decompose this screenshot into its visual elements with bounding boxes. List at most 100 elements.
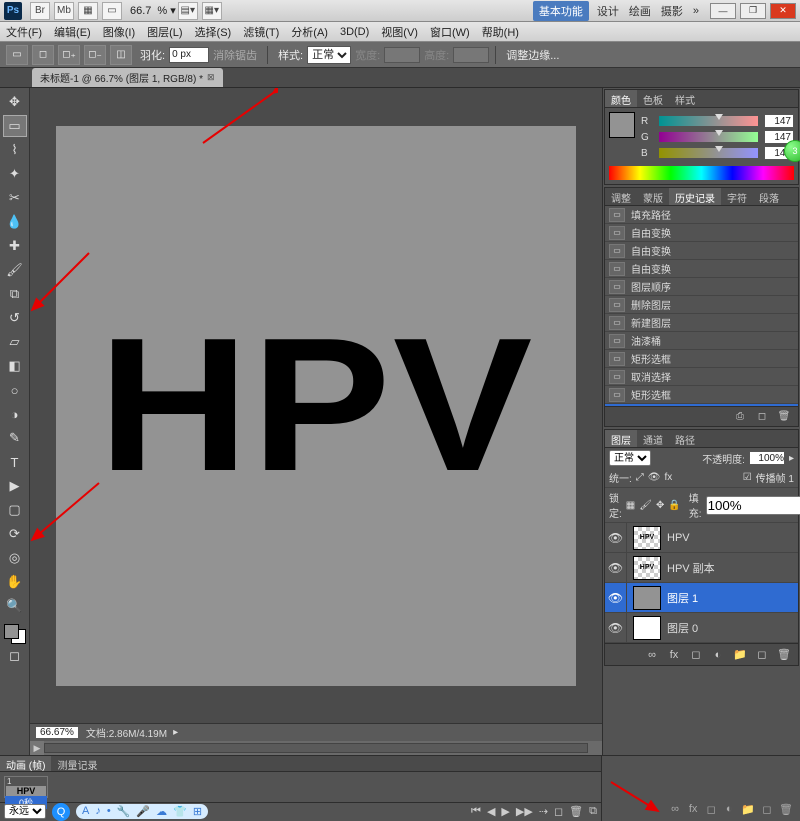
fill-input[interactable]: [706, 496, 800, 515]
window-maximize-button[interactable]: ❐: [740, 3, 766, 19]
tab-channels[interactable]: 通道: [637, 430, 669, 447]
shape-tool[interactable]: ▢: [3, 499, 27, 521]
layer-name[interactable]: 图层 1: [667, 590, 698, 606]
tab-paths[interactable]: 路径: [669, 430, 701, 447]
workspace-design-tab[interactable]: 设计: [597, 3, 619, 19]
eyedropper-tool[interactable]: 💧: [3, 211, 27, 233]
g-slider[interactable]: [659, 132, 758, 142]
window-close-button[interactable]: ✕: [770, 3, 796, 19]
history-delete-icon[interactable]: 🗑: [776, 410, 792, 424]
type-tool[interactable]: T: [3, 451, 27, 473]
menu-image[interactable]: 图像(I): [103, 24, 135, 40]
r-input[interactable]: [764, 114, 794, 128]
workspace-basic-button[interactable]: 基本功能: [533, 1, 589, 21]
layer-link-icon[interactable]: ∞: [644, 647, 660, 663]
anim-del-icon[interactable]: 🗑: [569, 805, 583, 818]
history-item[interactable]: ▭图层顺序: [605, 278, 798, 296]
qq-icon[interactable]: Q: [52, 803, 70, 821]
dodge-tool[interactable]: ◑: [3, 403, 27, 425]
view-extras-icon[interactable]: ▦: [78, 2, 98, 20]
anim-next-icon[interactable]: ▶▶: [516, 805, 533, 818]
menu-3d[interactable]: 3D(D): [340, 26, 369, 38]
ime-shirt-icon[interactable]: 👕: [173, 805, 187, 818]
opacity-input[interactable]: [749, 451, 785, 465]
menu-filter[interactable]: 滤镜(T): [243, 24, 279, 40]
document-canvas[interactable]: HPV: [56, 126, 576, 686]
ime-mic-icon[interactable]: 🎤: [136, 805, 150, 818]
anim-first-icon[interactable]: ⏮: [471, 805, 481, 818]
stamp-tool[interactable]: ⧉: [3, 283, 27, 305]
ime-toolbar[interactable]: A ♪ • 🔧 🎤 ☁ 👕 ⊞: [76, 804, 208, 819]
wand-tool[interactable]: ✦: [3, 163, 27, 185]
layer-fx-icon[interactable]: fx: [666, 647, 682, 663]
menu-select[interactable]: 选择(S): [195, 24, 232, 40]
loop-select[interactable]: 永远: [4, 804, 46, 819]
layer-delete-icon[interactable]: 🗑: [779, 801, 793, 817]
feather-input[interactable]: [169, 47, 209, 63]
heal-tool[interactable]: ✚: [3, 235, 27, 257]
eraser-tool[interactable]: ▱: [3, 331, 27, 353]
layer-row[interactable]: 👁图层 0: [605, 613, 798, 643]
menu-layer[interactable]: 图层(L): [147, 24, 182, 40]
workspace-more-icon[interactable]: »: [693, 5, 699, 17]
workspace-photo-tab[interactable]: 摄影: [661, 3, 683, 19]
layer-row[interactable]: 👁HPVHPV: [605, 523, 798, 553]
3d-tool[interactable]: ⟳: [3, 523, 27, 545]
history-new-icon[interactable]: ◻: [754, 410, 770, 424]
layer-group-icon[interactable]: 📁: [741, 801, 755, 817]
marquee-tool-icon[interactable]: ▭: [6, 45, 28, 65]
history-snapshot-icon[interactable]: ⎙: [732, 410, 748, 424]
sel-intersect-icon[interactable]: ◫: [110, 45, 132, 65]
3d-camera-tool[interactable]: ◎: [3, 547, 27, 569]
lock-pos-icon[interactable]: ✥: [656, 498, 664, 512]
ime-a-icon[interactable]: A: [82, 805, 89, 818]
sel-new-icon[interactable]: ◻: [32, 45, 54, 65]
layer-visibility-icon[interactable]: 👁: [605, 523, 627, 552]
pen-tool[interactable]: ✎: [3, 427, 27, 449]
document-tab[interactable]: 未标题-1 @ 66.7% (图层 1, RGB/8) * ⊠: [32, 68, 223, 87]
zoom-tool[interactable]: 🔍: [3, 595, 27, 617]
notification-bubble[interactable]: 3: [784, 140, 800, 162]
layer-row[interactable]: 👁 图层 1: [605, 583, 798, 613]
layer-visibility-icon[interactable]: 👁: [605, 613, 627, 642]
tab-color[interactable]: 颜色: [605, 90, 637, 107]
unify-vis-icon[interactable]: 👁: [648, 472, 661, 483]
window-minimize-button[interactable]: —: [710, 3, 736, 19]
document-tab-close-icon[interactable]: ⊠: [207, 72, 215, 83]
color-swatch[interactable]: [4, 624, 26, 644]
history-item[interactable]: ▭自由变换: [605, 224, 798, 242]
menu-file[interactable]: 文件(F): [6, 24, 42, 40]
menu-analysis[interactable]: 分析(A): [291, 24, 328, 40]
layer-row[interactable]: 👁HPVHPV 副本: [605, 553, 798, 583]
refine-button[interactable]: 调整边缘...: [506, 47, 559, 63]
tab-measure[interactable]: 测量记录: [51, 756, 103, 771]
layer-visibility-icon[interactable]: 👁: [605, 553, 627, 582]
ime-dot-icon[interactable]: •: [107, 805, 111, 818]
b-slider[interactable]: [659, 148, 758, 158]
layer-adj-icon[interactable]: ◐: [723, 801, 735, 817]
anim-play-icon[interactable]: ▶: [501, 805, 509, 818]
layer-new-icon[interactable]: ◻: [754, 647, 770, 663]
tab-character[interactable]: 字符: [721, 188, 753, 205]
tab-mask[interactable]: 蒙版: [637, 188, 669, 205]
gradient-tool[interactable]: ◧: [3, 355, 27, 377]
history-item[interactable]: ▭矩形选框: [605, 350, 798, 368]
ime-music-icon[interactable]: ♪: [95, 805, 101, 818]
unify-pos-icon[interactable]: ⤢: [636, 472, 644, 483]
sel-sub-icon[interactable]: ◻₋: [84, 45, 106, 65]
ime-grid-icon[interactable]: ⊞: [193, 805, 202, 818]
tab-layers[interactable]: 图层: [605, 430, 637, 447]
tab-adjust[interactable]: 调整: [605, 188, 637, 205]
layer-delete-icon[interactable]: 🗑: [776, 647, 792, 663]
history-item[interactable]: ▭填充路径: [605, 206, 798, 224]
quickmask-tool[interactable]: ◻: [3, 645, 27, 667]
layer-visibility-icon[interactable]: 👁: [605, 583, 627, 612]
menu-window[interactable]: 窗口(W): [430, 24, 470, 40]
menu-help[interactable]: 帮助(H): [482, 24, 519, 40]
r-slider[interactable]: [659, 116, 758, 126]
extras-icon[interactable]: ▦▾: [202, 2, 222, 20]
hand-tool[interactable]: ✋: [3, 571, 27, 593]
history-item[interactable]: ▭自由变换: [605, 242, 798, 260]
blur-tool[interactable]: ○: [3, 379, 27, 401]
zoom-label[interactable]: 66.7: [130, 5, 151, 17]
